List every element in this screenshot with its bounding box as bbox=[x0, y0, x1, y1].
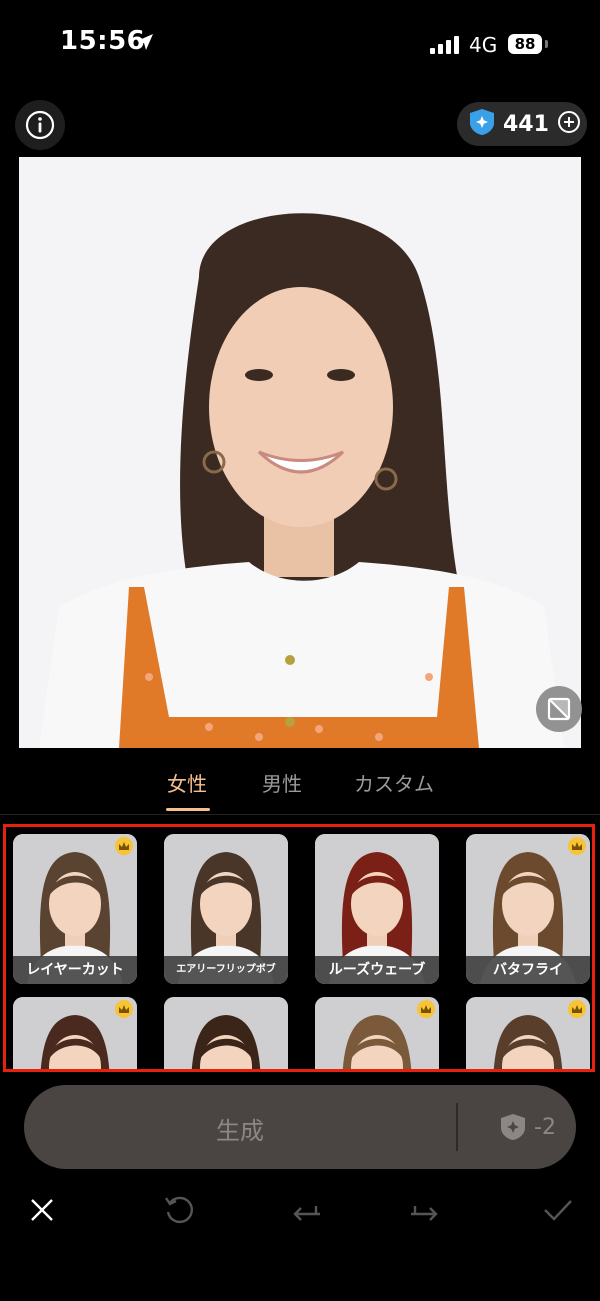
credit-gem-icon bbox=[501, 1114, 525, 1140]
hairstyle-card[interactable]: ルーズウェーブ bbox=[315, 834, 439, 984]
hairstyle-label: エアリーフリップボブ bbox=[164, 956, 288, 984]
compare-button[interactable] bbox=[536, 686, 582, 732]
bottom-toolbar bbox=[0, 1180, 600, 1240]
tab-male[interactable]: 男性 bbox=[262, 768, 302, 797]
reset-button[interactable] bbox=[161, 1192, 197, 1228]
generate-divider bbox=[456, 1103, 458, 1151]
hairstyle-card[interactable] bbox=[466, 997, 590, 1069]
battery-icon: 88 bbox=[508, 34, 542, 54]
close-icon bbox=[31, 1199, 53, 1221]
hairstyle-grid: レイヤーカット エアリーフリップボブ ルーズウェーブ バタフライ bbox=[3, 824, 595, 1072]
active-tab-indicator bbox=[166, 808, 210, 811]
credit-gem-icon bbox=[469, 108, 495, 140]
premium-crown-icon bbox=[568, 837, 586, 855]
premium-crown-icon bbox=[115, 1000, 133, 1018]
hairstyle-card[interactable] bbox=[13, 997, 137, 1069]
info-button[interactable] bbox=[15, 100, 65, 150]
hairstyle-label: ルーズウェーブ bbox=[315, 956, 439, 984]
generate-label: 生成 bbox=[216, 1117, 264, 1145]
hairstyle-card[interactable]: エアリーフリップボブ bbox=[164, 834, 288, 984]
credits-pill[interactable]: 441 bbox=[457, 102, 587, 146]
tab-custom[interactable]: カスタム bbox=[354, 768, 434, 797]
reset-icon bbox=[165, 1196, 193, 1224]
credits-count: 441 bbox=[503, 111, 549, 137]
info-icon bbox=[25, 110, 55, 140]
add-credits-icon[interactable] bbox=[557, 110, 581, 138]
tab-female[interactable]: 女性 bbox=[167, 768, 207, 797]
checkmark-icon bbox=[544, 1200, 572, 1221]
battery-tip bbox=[545, 40, 548, 48]
location-arrow-icon bbox=[136, 33, 154, 55]
generate-cost-value: -2 bbox=[534, 1114, 556, 1140]
hairstyle-card[interactable]: バタフライ bbox=[466, 834, 590, 984]
hairstyle-label: バタフライ bbox=[466, 956, 590, 984]
hairstyle-thumbnail bbox=[164, 997, 288, 1069]
portrait-photo bbox=[19, 157, 581, 748]
generate-cost: -2 bbox=[500, 1113, 556, 1141]
redo-button[interactable] bbox=[407, 1192, 443, 1228]
cellular-signal-icon bbox=[430, 36, 462, 54]
premium-crown-icon bbox=[568, 1000, 586, 1018]
hairstyle-card[interactable] bbox=[164, 997, 288, 1069]
network-type: 4G bbox=[469, 33, 498, 57]
premium-crown-icon bbox=[417, 1000, 435, 1018]
close-button[interactable] bbox=[24, 1192, 60, 1228]
undo-button[interactable] bbox=[288, 1192, 324, 1228]
confirm-button[interactable] bbox=[540, 1192, 576, 1228]
hairstyle-card[interactable]: レイヤーカット bbox=[13, 834, 137, 984]
gender-tabs: 女性 男性 カスタム bbox=[0, 760, 600, 815]
premium-crown-icon bbox=[115, 837, 133, 855]
hairstyle-card[interactable] bbox=[315, 997, 439, 1069]
status-bar: 15:56 4G 88 bbox=[0, 0, 600, 90]
hairstyle-label: レイヤーカット bbox=[13, 956, 137, 984]
undo-icon bbox=[293, 1206, 320, 1221]
status-time: 15:56 bbox=[60, 26, 146, 56]
redo-icon bbox=[411, 1206, 438, 1221]
generate-button[interactable]: 生成 -2 bbox=[24, 1085, 576, 1169]
compare-icon bbox=[547, 697, 571, 721]
